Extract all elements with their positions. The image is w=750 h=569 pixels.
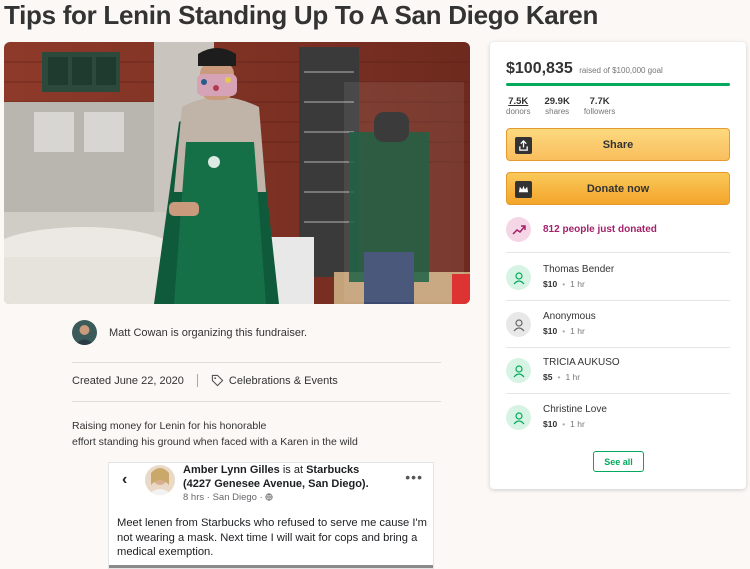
organizer-text: Matt Cowan is organizing this fundraiser… xyxy=(109,326,308,339)
donation-item: Thomas Bender $10 • 1 hr xyxy=(506,264,614,290)
post-body: Meet lenen from Starbucks who refused to… xyxy=(117,517,427,558)
donation-time: 1 hr xyxy=(570,279,585,289)
donate-label: Donate now xyxy=(586,182,650,195)
post-header: Amber Lynn Gilles is at Starbucks (4227 G… xyxy=(183,463,393,491)
donate-now-button[interactable]: Donate now xyxy=(506,172,730,205)
globe-icon xyxy=(265,493,274,501)
donor-name: Thomas Bender xyxy=(543,264,615,275)
post-author: Amber Lynn Gilles xyxy=(183,464,280,476)
donor-icon xyxy=(506,405,531,430)
campaign-meta: Created June 22, 2020 Celebrations & Eve… xyxy=(72,374,338,387)
stat-donors[interactable]: 7.5K donors xyxy=(506,96,530,116)
campaign-stats: 7.5K donors 29.9K shares 7.7K followers xyxy=(506,96,615,116)
stat-label: shares xyxy=(545,107,570,116)
campaign-hero-image xyxy=(4,42,470,304)
donor-icon xyxy=(506,312,531,337)
post-author-avatar xyxy=(145,465,175,495)
donation-item: TRICIA AUKUSO $5 • 1 hr xyxy=(506,357,620,383)
post-time: 8 hrs xyxy=(183,492,205,503)
description-line: effort standing his ground when faced wi… xyxy=(72,436,358,448)
created-date: Created June 22, 2020 xyxy=(72,374,184,387)
trending-up-icon xyxy=(506,217,531,242)
amount-raised: $100,835 raised of $100,000 goal xyxy=(506,60,663,78)
see-all-button[interactable]: See all xyxy=(593,451,644,472)
donor-icon xyxy=(506,358,531,383)
stat-number: 29.9K xyxy=(544,96,570,107)
description-line: Raising money for Lenin for his honorabl… xyxy=(72,420,267,432)
donation-time: 1 hr xyxy=(570,419,585,429)
divider xyxy=(506,347,730,348)
divider xyxy=(72,362,441,363)
post-connector: is at xyxy=(279,464,307,476)
stat-number: 7.7K xyxy=(589,96,610,107)
divider xyxy=(72,401,441,402)
donor-name: Christine Love xyxy=(543,404,607,415)
stat-followers: 7.7K followers xyxy=(584,96,616,116)
share-label: Share xyxy=(602,138,634,151)
post-meta: 8 hrs · San Diego · xyxy=(183,492,274,503)
donation-time: 1 hr xyxy=(565,372,581,382)
raised-amount: $100,835 xyxy=(506,60,573,77)
page-title: Tips for Lenin Standing Up To A San Dieg… xyxy=(4,0,599,30)
stat-label: donors xyxy=(506,107,531,116)
organizer-avatar[interactable] xyxy=(72,320,97,345)
meta-separator xyxy=(196,374,198,387)
campaign-description: Raising money for Lenin for his honorabl… xyxy=(72,418,358,450)
donor-icon xyxy=(506,265,531,290)
divider xyxy=(506,393,730,394)
donor-name: TRICIA AUKUSO xyxy=(543,357,620,368)
more-options-icon: ••• xyxy=(405,469,423,485)
divider xyxy=(506,252,730,253)
post-image-edge xyxy=(109,565,433,568)
share-icon xyxy=(515,137,532,154)
donor-name: Anonymous xyxy=(543,311,596,322)
stat-label: followers xyxy=(583,107,616,116)
donation-item: Christine Love $10 • 1 hr xyxy=(506,404,607,430)
stat-number: 7.5K xyxy=(508,96,529,107)
crown-icon xyxy=(515,181,532,198)
post-location: San Diego xyxy=(212,492,257,503)
tag-icon xyxy=(211,374,224,387)
progress-fill xyxy=(506,83,730,86)
donation-amount: $5 xyxy=(543,372,553,382)
facebook-post-screenshot: ‹ Amber Lynn Gilles is at Starbucks (4227… xyxy=(108,462,434,569)
organizer-row: Matt Cowan is organizing this fundraiser… xyxy=(72,320,307,345)
category-link[interactable]: Celebrations & Events xyxy=(229,375,338,387)
donation-amount: $10 xyxy=(543,279,558,289)
donation-amount: $10 xyxy=(543,419,558,429)
post-place: Starbucks xyxy=(306,464,360,476)
progress-bar xyxy=(506,83,730,86)
recent-donations-trend: 812 people just donated xyxy=(506,217,657,242)
donation-item: Anonymous $10 • 1 hr xyxy=(506,311,596,337)
stat-shares: 29.9K shares xyxy=(544,96,569,116)
trend-text: 812 people just donated xyxy=(543,224,657,235)
share-button[interactable]: Share xyxy=(506,128,730,161)
post-address: (4227 Genesee Avenue, San Diego). xyxy=(183,478,369,490)
donation-sidebar: $100,835 raised of $100,000 goal 7.5K do… xyxy=(490,42,746,489)
divider xyxy=(506,300,730,301)
goal-text: raised of $100,000 goal xyxy=(579,66,663,75)
donation-amount: $10 xyxy=(543,326,558,336)
back-arrow-icon: ‹ xyxy=(122,471,128,488)
donation-time: 1 hr xyxy=(570,326,585,336)
